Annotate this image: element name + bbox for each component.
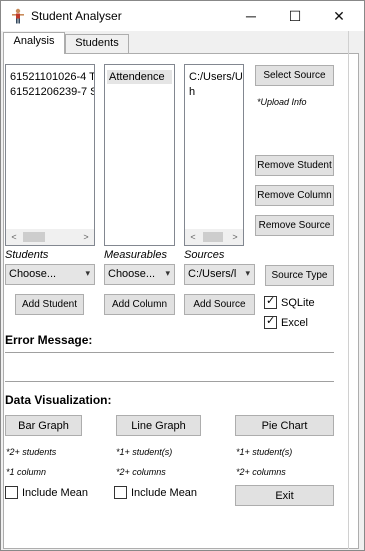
line-include-mean-box[interactable] [114,486,127,499]
scroll-left-icon[interactable]: < [6,229,22,245]
data-visualization-heading: Data Visualization: [5,393,112,407]
sources-label: Sources [184,249,225,261]
list-item[interactable]: C:/Users/U [187,70,243,84]
remove-source-button[interactable]: Remove Source [255,215,334,236]
bar-include-mean-box[interactable] [5,486,18,499]
tab-analysis[interactable]: Analysis [3,32,65,54]
panel-divider [348,31,349,549]
bar-include-mean-checkbox[interactable]: Include Mean [5,486,88,499]
maximize-icon: ☐ [288,7,302,24]
line-requirement-note: *1+ student(s) [116,447,173,457]
excel-label: Excel [281,316,308,329]
check-icon: ✓ [266,295,276,307]
list-item[interactable]: Attendence [107,70,172,84]
line-graph-button[interactable]: Line Graph [116,415,201,436]
source-type-button[interactable]: Source Type [265,265,334,286]
remove-column-button[interactable]: Remove Column [255,185,334,206]
line-include-mean-label: Include Mean [131,486,198,499]
sqlite-checkbox[interactable]: ✓ SQLite [264,295,315,309]
scroll-left-icon[interactable]: < [185,229,201,245]
exit-button[interactable]: Exit [235,485,334,506]
check-icon: ✓ [266,315,276,327]
tab-strip: Analysis Students [3,32,363,54]
select-source-button[interactable]: Select Source [255,65,334,86]
list-item[interactable]: 61521101026-4 T [8,70,94,84]
bar-include-mean-label: Include Mean [22,486,89,499]
add-source-button[interactable]: Add Source [184,294,255,315]
close-icon: ✕ [333,7,345,24]
remove-student-button[interactable]: Remove Student [255,155,334,176]
error-message-heading: Error Message: [5,333,93,347]
students-dropdown[interactable]: Choose... ▾ [5,264,95,285]
sources-list[interactable]: C:/Users/U h < > [184,64,244,246]
sources-dropdown-value: C:/Users/l [188,268,237,280]
pie-requirement-note: *1+ student(s) [236,447,293,457]
window-title: Student Analyser [31,9,122,23]
error-divider-bottom [5,381,334,382]
bar-graph-button[interactable]: Bar Graph [5,415,82,436]
sqlite-label: SQLite [281,296,315,309]
excel-check-box[interactable]: ✓ [264,315,277,329]
measurables-list[interactable]: Attendence [104,64,175,246]
sources-list-scrollbar[interactable]: < > [185,229,243,245]
sources-dropdown[interactable]: C:/Users/l ▾ [184,264,255,285]
title-bar[interactable]: Student Analyser ─ ☐ ✕ [1,1,364,31]
minimize-icon: ─ [246,8,256,24]
measurables-dropdown[interactable]: Choose... ▾ [104,264,175,285]
chevron-down-icon: ▾ [165,268,170,278]
bar-requirement-note: *1 column [6,467,47,477]
close-button[interactable]: ✕ [319,1,359,31]
list-item[interactable]: 61521206239-7 S [8,85,94,99]
list-item[interactable]: h [187,85,197,99]
scroll-right-icon[interactable]: > [227,229,243,245]
line-requirement-note: *2+ columns [116,467,166,477]
app-window: Student Analyser ─ ☐ ✕ Analysis Students… [0,0,365,551]
tab-students[interactable]: Students [65,34,129,53]
scroll-right-icon[interactable]: > [78,229,94,245]
measurables-dropdown-value: Choose... [108,268,156,280]
add-column-button[interactable]: Add Column [104,294,175,315]
excel-checkbox[interactable]: ✓ Excel [264,315,308,329]
students-label: Students [5,249,49,261]
student-list[interactable]: 61521101026-4 T 61521206239-7 S < > [5,64,95,246]
line-include-mean-checkbox[interactable]: Include Mean [114,486,197,499]
upload-info-note: *Upload Info [257,97,307,107]
pie-requirement-note: *2+ columns [236,467,286,477]
scroll-thumb[interactable] [23,232,45,242]
students-dropdown-value: Choose... [9,268,57,280]
minimize-button[interactable]: ─ [231,1,271,31]
chevron-down-icon: ▾ [245,268,250,278]
measurables-label: Measurables [104,249,167,261]
maximize-button[interactable]: ☐ [275,1,315,31]
app-figure-icon [12,8,24,24]
bar-requirement-note: *2+ students [6,447,57,457]
error-divider [5,352,334,353]
sqlite-check-box[interactable]: ✓ [264,295,277,309]
add-student-button[interactable]: Add Student [15,294,84,315]
student-list-scrollbar[interactable]: < > [6,229,94,245]
pie-chart-button[interactable]: Pie Chart [235,415,334,436]
scroll-thumb[interactable] [203,232,223,242]
chevron-down-icon: ▾ [85,268,90,278]
